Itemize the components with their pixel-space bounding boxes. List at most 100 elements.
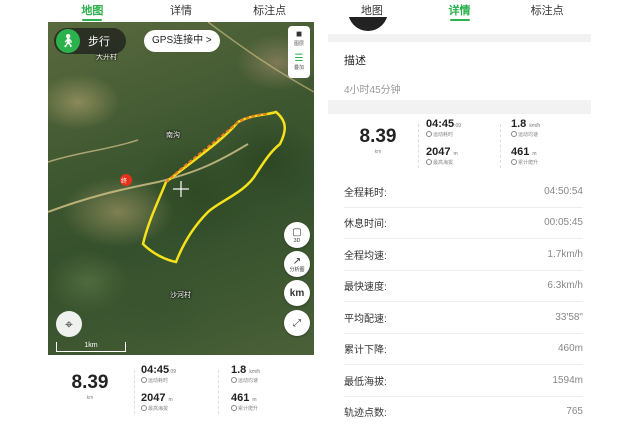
crosshair-icon xyxy=(173,181,189,197)
detail-key: 休息时间: xyxy=(344,219,387,231)
summary-stats: 8.39 km 04:45:09 运动耗时 1.8 km/h 运动均速 2047… xyxy=(48,362,314,422)
detail-row: 全程耗时: 04:50:54 xyxy=(344,176,583,208)
detail-key: 全程耗时: xyxy=(344,187,387,199)
walking-icon: 🚶︎ xyxy=(56,29,80,53)
avg-speed-value: 1.8 xyxy=(511,118,527,130)
clock-icon xyxy=(141,377,147,383)
chart-line-icon: ↗ xyxy=(292,255,302,267)
layer-label: 图层 xyxy=(293,41,304,47)
mountain-icon xyxy=(426,159,432,165)
section-divider xyxy=(328,100,591,114)
track-route xyxy=(141,110,286,264)
max-altitude-desc: 最高海拔 xyxy=(433,160,454,166)
overlay-button[interactable]: ☰ 叠加 xyxy=(294,52,304,76)
map-overlay xyxy=(48,22,314,264)
clock-icon xyxy=(426,131,432,137)
track-route-fast xyxy=(165,113,269,183)
climb-desc: 累计爬升 xyxy=(238,406,259,412)
climb-stat: 461 m 累计爬升 xyxy=(231,392,258,412)
moving-time-seconds: :09 xyxy=(169,369,177,375)
fullscreen-button[interactable]: ⤢ xyxy=(284,310,310,336)
moving-time-value: 04:45 xyxy=(141,364,170,376)
satellite-map[interactable]: 终 大开村 南沟 沙河村 🚶︎ 步行 GPS连接中 > ■ 图层 ☰ 叠加 ▢ … xyxy=(48,22,314,355)
detail-value: 00:05:45 xyxy=(544,217,583,229)
unit-km-button[interactable]: km xyxy=(284,280,310,306)
locate-button[interactable]: ⌖ xyxy=(56,311,82,337)
sport-mode-button[interactable]: 🚶︎ 步行 xyxy=(54,28,126,54)
detail-value: 04:50:54 xyxy=(544,185,583,197)
divider xyxy=(500,124,501,168)
max-altitude-unit: m xyxy=(168,397,173,403)
max-altitude-value: 2047 xyxy=(141,392,166,404)
distance-unit: km xyxy=(86,395,94,401)
3d-button[interactable]: ▢ 3D xyxy=(284,222,310,248)
avg-speed-value: 1.8 xyxy=(231,364,247,376)
end-marker-label: 终 xyxy=(121,179,128,185)
moving-time-desc: 运动耗时 xyxy=(148,378,169,384)
avg-speed-desc: 运动均速 xyxy=(238,378,259,384)
layer-icon: ■ xyxy=(295,29,303,40)
detail-panel: 地图 详情 标注点 描述 4小时45分钟 8.39 km 04:45:09 运动… xyxy=(328,0,591,426)
section-divider xyxy=(328,34,591,42)
analysis-button[interactable]: ↗ 分析图 xyxy=(284,251,310,277)
tab-detail[interactable]: 详情 xyxy=(137,0,226,22)
cube-icon: ▢ xyxy=(292,226,302,238)
climb-value: 461 xyxy=(511,146,530,158)
detail-row: 累计下降: 460m xyxy=(344,334,583,365)
moving-time-stat: 04:45:09 运动耗时 xyxy=(426,118,461,138)
moving-time-desc: 运动耗时 xyxy=(433,132,454,138)
divider xyxy=(418,124,419,168)
detail-key: 全程均速: xyxy=(344,250,387,262)
stack-icon: ☰ xyxy=(294,53,304,64)
description-text: 4小时45分钟 xyxy=(344,85,401,96)
locate-icon: ⌖ xyxy=(65,315,73,332)
tab-map[interactable]: 地图 xyxy=(48,0,137,22)
detail-value: 1.7km/h xyxy=(547,248,583,260)
gps-status-button[interactable]: GPS连接中 > xyxy=(144,30,220,52)
climb-icon xyxy=(511,159,517,165)
description-title: 描述 xyxy=(344,55,366,67)
detail-value: 460m xyxy=(557,343,583,355)
max-altitude-stat: 2047 m 最高海拔 xyxy=(426,146,458,166)
max-altitude-stat: 2047 m 最高海拔 xyxy=(141,392,173,412)
speed-icon xyxy=(231,377,237,383)
tab-markers[interactable]: 标注点 xyxy=(225,0,314,22)
map-scale: 1km xyxy=(56,342,126,352)
detail-key: 累计下降: xyxy=(344,345,387,357)
climb-value: 461 xyxy=(231,392,250,404)
detail-row: 最快速度: 6.3km/h xyxy=(344,271,583,302)
avg-speed-unit: km/h xyxy=(529,123,541,129)
tab-markers[interactable]: 标注点 xyxy=(503,0,591,22)
detail-row: 轨迹点数: 765 xyxy=(344,397,583,426)
layer-controls: ■ 图层 ☰ 叠加 xyxy=(288,26,310,78)
climb-icon xyxy=(231,405,237,411)
climb-desc: 累计爬升 xyxy=(518,160,539,166)
summary-stats: 8.39 km 04:45:09 运动耗时 1.8 km/h 运动均速 2047… xyxy=(328,116,591,176)
max-altitude-desc: 最高海拔 xyxy=(148,406,169,412)
avg-speed-desc: 运动均速 xyxy=(518,132,539,138)
place-label: 南沟 xyxy=(166,132,180,139)
max-altitude-unit: m xyxy=(453,151,458,157)
avatar[interactable] xyxy=(348,17,388,31)
tab-detail[interactable]: 详情 xyxy=(416,0,504,22)
avg-speed-unit: km/h xyxy=(249,369,261,375)
detail-key: 最快速度: xyxy=(344,282,387,294)
climb-unit: m xyxy=(532,151,537,157)
moving-time-stat: 04:45:09 运动耗时 xyxy=(141,364,176,384)
overlay-label: 叠加 xyxy=(293,65,304,71)
detail-key: 轨迹点数: xyxy=(344,408,387,420)
detail-value: 765 xyxy=(566,406,583,418)
layer-button[interactable]: ■ 图层 xyxy=(294,28,304,52)
divider xyxy=(134,370,135,414)
expand-icon: ⤢ xyxy=(293,317,301,329)
avg-speed-stat: 1.8 km/h 运动均速 xyxy=(511,118,540,138)
place-label: 沙河村 xyxy=(170,292,191,299)
distance-value: 8.39 xyxy=(71,372,109,393)
sport-mode-label: 步行 xyxy=(88,36,110,48)
analysis-label: 分析图 xyxy=(289,266,305,273)
detail-list: 全程耗时: 04:50:54 休息时间: 00:05:45 全程均速: 1.7km/h… xyxy=(344,176,583,426)
detail-row: 全程均速: 1.7km/h xyxy=(344,239,583,271)
distance-value: 8.39 xyxy=(359,126,397,147)
detail-value: 33'58" xyxy=(555,311,583,323)
max-altitude-value: 2047 xyxy=(426,146,451,158)
